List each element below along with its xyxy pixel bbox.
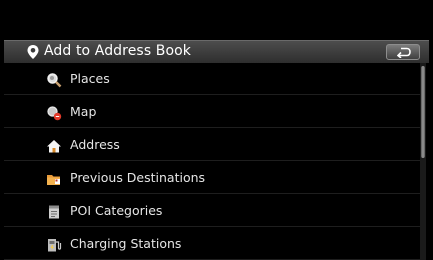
menu-item-label: Previous Destinations	[70, 170, 206, 185]
return-arrow-icon	[397, 47, 411, 58]
menu-item-previous-destinations[interactable]: Previous Destinations	[4, 162, 420, 194]
menu-item-label: Address	[70, 137, 120, 152]
menu-item-label: Map	[70, 104, 97, 119]
scrollbar-thumb[interactable]	[421, 66, 425, 158]
menu-item-address[interactable]: Address	[4, 129, 420, 161]
page-title: Add to Address Book	[44, 43, 192, 59]
document-icon	[49, 205, 59, 219]
menu-item-label: Places	[70, 71, 110, 86]
menu-item-charging-stations[interactable]: Charging Stations	[4, 228, 420, 260]
menu-item-places[interactable]: Places	[4, 63, 420, 95]
map-search-icon	[47, 106, 62, 121]
menu-item-label: Charging Stations	[70, 236, 182, 251]
menu-item-label: POI Categories	[70, 203, 163, 218]
search-magnifier-icon	[47, 73, 62, 88]
location-pin-icon	[27, 45, 39, 59]
house-icon	[47, 140, 61, 153]
menu-list: Places Map Address Previous Destinations	[4, 63, 429, 260]
charging-station-icon	[48, 239, 62, 252]
menu-item-map[interactable]: Map	[4, 96, 420, 128]
back-button[interactable]	[386, 44, 420, 60]
title-bar: Add to Address Book	[4, 40, 429, 63]
folder-flag-icon	[47, 175, 60, 185]
menu-item-poi-categories[interactable]: POI Categories	[4, 195, 420, 227]
